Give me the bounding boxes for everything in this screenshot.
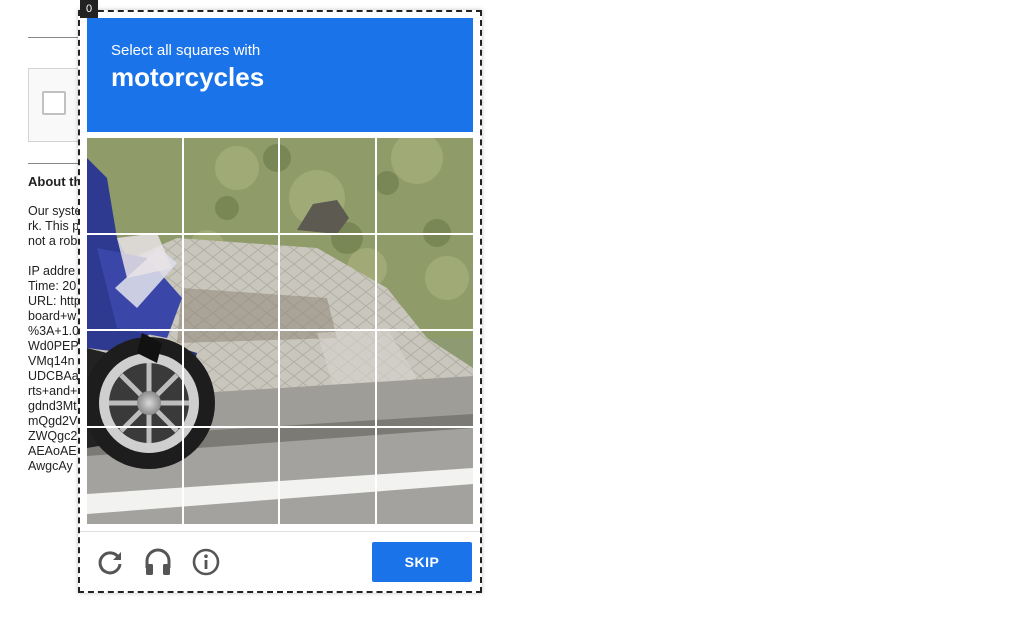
image-tile[interactable] xyxy=(183,138,280,235)
image-tile[interactable] xyxy=(280,331,377,428)
instruction-text: Select all squares with xyxy=(111,42,261,59)
background-text-line: URL: http xyxy=(28,294,81,308)
image-tile[interactable] xyxy=(377,428,474,525)
background-text-line: mQgd2V xyxy=(28,414,78,428)
background-text-line: %3A+1.0 xyxy=(28,324,80,338)
image-tile[interactable] xyxy=(280,427,377,524)
image-tile[interactable] xyxy=(87,427,184,524)
image-tile[interactable] xyxy=(184,427,280,524)
target-object: motorcycles xyxy=(111,62,265,92)
image-tile[interactable] xyxy=(87,234,184,331)
image-tile[interactable] xyxy=(376,331,473,428)
background-text-line: rts+and+ xyxy=(28,384,78,398)
image-tile[interactable] xyxy=(87,138,184,235)
instruction-header: Select all squares with motorcycles xyxy=(87,18,473,132)
frame-index-badge: 0 xyxy=(80,0,98,18)
background-text-line: rk. This p xyxy=(28,219,80,233)
background-text-line: IP addre xyxy=(28,264,76,278)
image-tile[interactable] xyxy=(87,331,184,428)
background-text-line: UDCBAa xyxy=(28,369,79,383)
background-text-line: VMq14n xyxy=(28,354,75,368)
background-text-line: ZWQgc2 xyxy=(28,429,78,443)
image-tile[interactable] xyxy=(183,234,280,331)
headphones-icon[interactable] xyxy=(142,546,174,578)
background-text-line: gdnd3Mt xyxy=(28,399,77,413)
image-grid xyxy=(87,138,473,524)
image-tile[interactable] xyxy=(280,234,377,331)
image-tile[interactable] xyxy=(280,138,377,235)
reload-icon[interactable] xyxy=(94,546,126,578)
background-text-line: AEAoAE xyxy=(28,444,77,458)
background-text-line: not a rob xyxy=(28,234,78,248)
image-tile[interactable] xyxy=(376,138,473,235)
recaptcha-checkbox[interactable] xyxy=(42,91,66,115)
background-text-line: board+w xyxy=(28,309,77,323)
background-text-line: Time: 20 xyxy=(28,279,77,293)
background-text-line: AwgcAy xyxy=(28,459,73,473)
background-text-line: Our syste xyxy=(28,204,82,218)
background-text-line: Wd0PEP xyxy=(28,339,79,353)
info-icon[interactable] xyxy=(190,546,222,578)
skip-button[interactable]: SKIP xyxy=(372,542,472,582)
footer-divider xyxy=(80,531,480,532)
about-heading: About th xyxy=(28,174,82,189)
image-tile[interactable] xyxy=(183,331,280,428)
image-tile[interactable] xyxy=(376,235,473,331)
